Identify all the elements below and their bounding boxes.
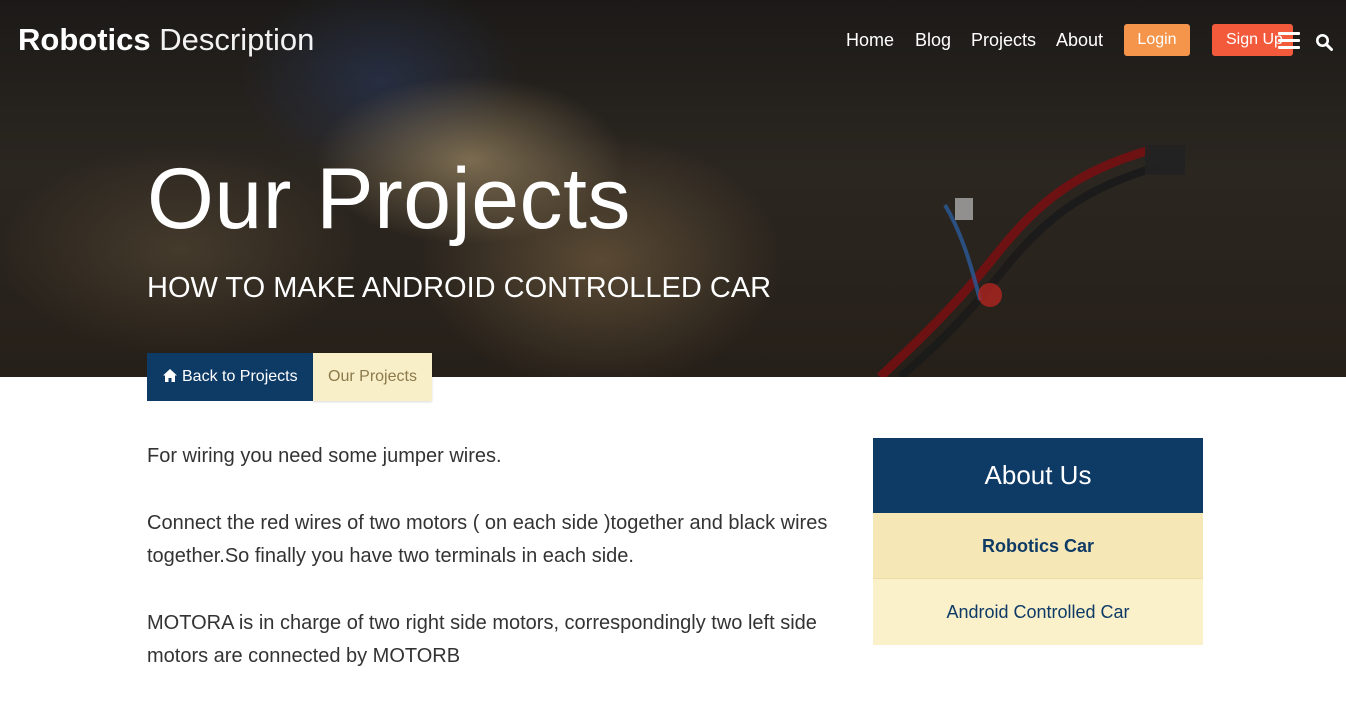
sidebar-item-robotics-car[interactable]: Robotics Car [873, 513, 1203, 579]
brand-name-strong: Robotics [18, 22, 151, 57]
nav-blog[interactable]: Blog [915, 30, 951, 51]
breadcrumb-current: Our Projects [313, 353, 432, 401]
paragraph: For wiring you need some jumper wires. [147, 445, 502, 467]
brand-name-light: Description [159, 22, 315, 57]
home-icon [163, 369, 177, 382]
sidebar-title: About Us [873, 438, 1203, 513]
back-to-projects-button[interactable]: Back to Projects [147, 353, 313, 401]
nav-home[interactable]: Home [846, 30, 894, 51]
login-button[interactable]: Login [1124, 24, 1190, 56]
sidebar-item-android-controlled-car[interactable]: Android Controlled Car [873, 579, 1203, 645]
back-to-projects-label: Back to Projects [182, 368, 298, 385]
paragraph: Connect the red wires of two motors ( on… [147, 512, 828, 567]
paragraph: MOTORA is in charge of two right side mo… [147, 612, 817, 667]
about-sidebar: About Us Robotics Car Android Controlled… [873, 438, 1203, 645]
nav-about[interactable]: About [1056, 30, 1103, 51]
article-content: For wiring you need some jumper wires. C… [147, 440, 847, 707]
site-logo[interactable]: Robotics Description [18, 22, 314, 58]
nav-projects[interactable]: Projects [971, 30, 1036, 51]
hero-banner: Robotics Description Home Blog Projects … [0, 0, 1346, 377]
page-subtitle: HOW TO MAKE ANDROID CONTROLLED CAR [147, 272, 772, 304]
hamburger-menu-icon[interactable] [1278, 32, 1300, 50]
search-icon[interactable] [1315, 33, 1333, 51]
page-title: Our Projects [147, 151, 631, 247]
